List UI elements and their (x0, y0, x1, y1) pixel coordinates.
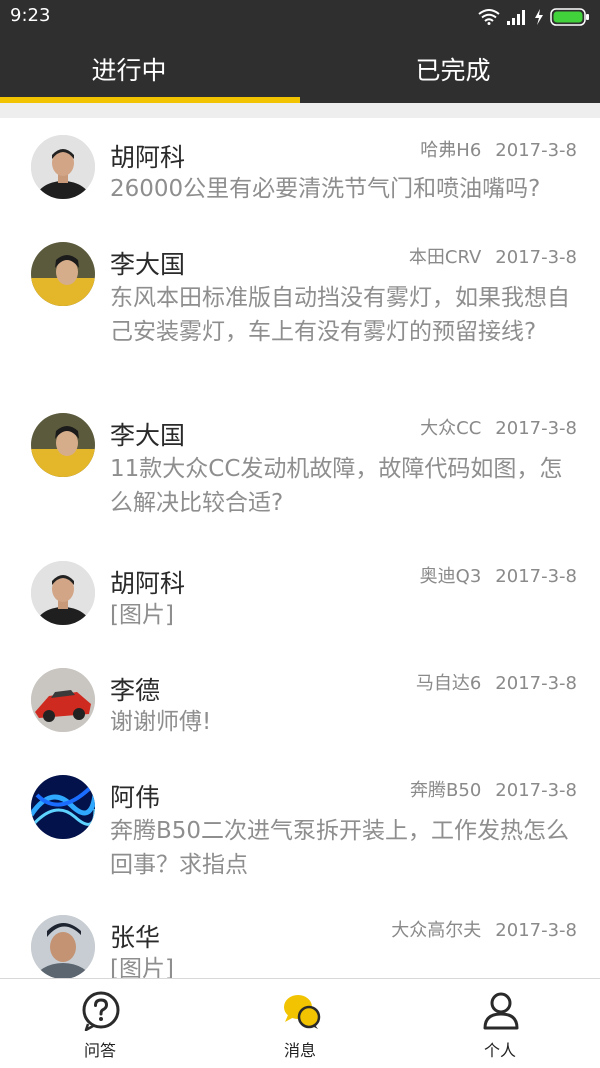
message-preview: 11款大众CC发动机故障，故障代码如图，怎么解决比较合适? (110, 456, 563, 516)
nav-messages-label: 消息 (283, 1041, 316, 1060)
avatar (31, 561, 95, 625)
message-meta: 马自达6 2017-3-8 (416, 669, 577, 695)
car-model: 大众高尔夫 (391, 920, 482, 941)
sender-name: 胡阿科 (110, 143, 186, 172)
message-item[interactable]: 李大国 大众CC 2017-3-8 11款大众CC发动机故障，故障代码如图，怎么解… (0, 396, 600, 545)
signal-icon (507, 10, 525, 25)
message-meta: 大众高尔夫 2017-3-8 (391, 916, 577, 942)
sender-name: 张华 (110, 923, 161, 952)
status-icons (478, 7, 590, 27)
tab-in-progress[interactable]: 进行中 (0, 34, 279, 103)
message-date: 2017-3-8 (495, 140, 577, 161)
message-item[interactable]: 胡阿科 哈弗H6 2017-3-8 26000公里有必要清洗节气门和喷油嘴吗? (0, 118, 600, 226)
message-meta: 奔腾B50 2017-3-8 (410, 776, 577, 802)
message-date: 2017-3-8 (495, 673, 577, 694)
car-model: 大众CC (420, 418, 482, 439)
question-icon (82, 991, 120, 1031)
status-time: 9:23 (10, 5, 51, 26)
message-date: 2017-3-8 (495, 418, 577, 439)
charging-icon (535, 9, 543, 25)
avatar (31, 775, 95, 839)
message-date: 2017-3-8 (495, 780, 577, 801)
message-meta: 大众CC 2017-3-8 (420, 414, 577, 440)
message-item[interactable]: 阿伟 奔腾B50 2017-3-8 奔腾B50二次进气泵拆开装上，工作发热怎么回事… (0, 758, 600, 899)
avatar (31, 135, 95, 199)
nav-profile[interactable]: 个人 (400, 979, 600, 1068)
message-preview: [图片] (110, 602, 174, 628)
tab-completed[interactable]: 已完成 (303, 34, 600, 103)
message-item[interactable]: 李德 马自达6 2017-3-8 谢谢师傅! (0, 651, 600, 759)
nav-profile-label: 个人 (483, 1041, 516, 1060)
message-date: 2017-3-8 (495, 247, 577, 268)
message-preview: [图片] (110, 956, 174, 978)
avatar (31, 242, 95, 306)
sender-name: 李大国 (110, 250, 186, 279)
avatar (31, 915, 95, 978)
nav-qa-label: 问答 (83, 1041, 116, 1060)
message-preview: 26000公里有必要清洗节气门和喷油嘴吗? (110, 176, 541, 202)
message-meta: 哈弗H6 2017-3-8 (420, 136, 577, 162)
message-meta: 奥迪Q3 2017-3-8 (420, 562, 577, 588)
status-bar: 9:23 (0, 0, 600, 34)
message-date: 2017-3-8 (495, 566, 577, 587)
sender-name: 胡阿科 (110, 569, 186, 598)
message-preview: 奔腾B50二次进气泵拆开装上，工作发热怎么回事？求指点 (110, 818, 570, 878)
car-model: 奔腾B50 (410, 780, 482, 801)
chat-bubbles-icon (284, 995, 321, 1029)
avatar (31, 413, 95, 477)
car-model: 奥迪Q3 (419, 566, 482, 587)
nav-qa[interactable]: 问答 (0, 979, 200, 1068)
car-model: 本田CRV (408, 247, 482, 268)
avatar (31, 668, 95, 732)
nav-messages[interactable]: 消息 (200, 979, 400, 1068)
message-item[interactable]: 李大国 本田CRV 2017-3-8 东风本田标准版自动挡没有雾灯，如果我想自己安… (0, 225, 600, 397)
message-preview: 东风本田标准版自动挡没有雾灯，如果我想自己安装雾灯，车上有没有雾灯的预留接线? (110, 285, 570, 345)
bottom-nav: 问答 消息 个人 (0, 978, 600, 1068)
battery-icon (550, 8, 589, 26)
tab-bar: 进行中 已完成 (0, 34, 600, 103)
sender-name: 李德 (110, 676, 161, 705)
message-preview: 谢谢师傅! (110, 709, 212, 735)
message-list[interactable]: 胡阿科 哈弗H6 2017-3-8 26000公里有必要清洗节气门和喷油嘴吗? 李… (0, 118, 600, 978)
message-meta: 本田CRV 2017-3-8 (409, 243, 577, 269)
wifi-icon (478, 9, 500, 25)
message-item[interactable]: 胡阿科 奥迪Q3 2017-3-8 [图片] (0, 544, 600, 652)
list-top-spacer (0, 103, 600, 118)
message-date: 2017-3-8 (495, 920, 577, 941)
car-model: 马自达6 (415, 673, 482, 694)
car-model: 哈弗H6 (420, 140, 482, 161)
sender-name: 阿伟 (110, 783, 161, 812)
message-item[interactable]: 张华 大众高尔夫 2017-3-8 [图片] (0, 898, 600, 978)
sender-name: 李大国 (110, 421, 186, 450)
person-icon (483, 992, 519, 1030)
